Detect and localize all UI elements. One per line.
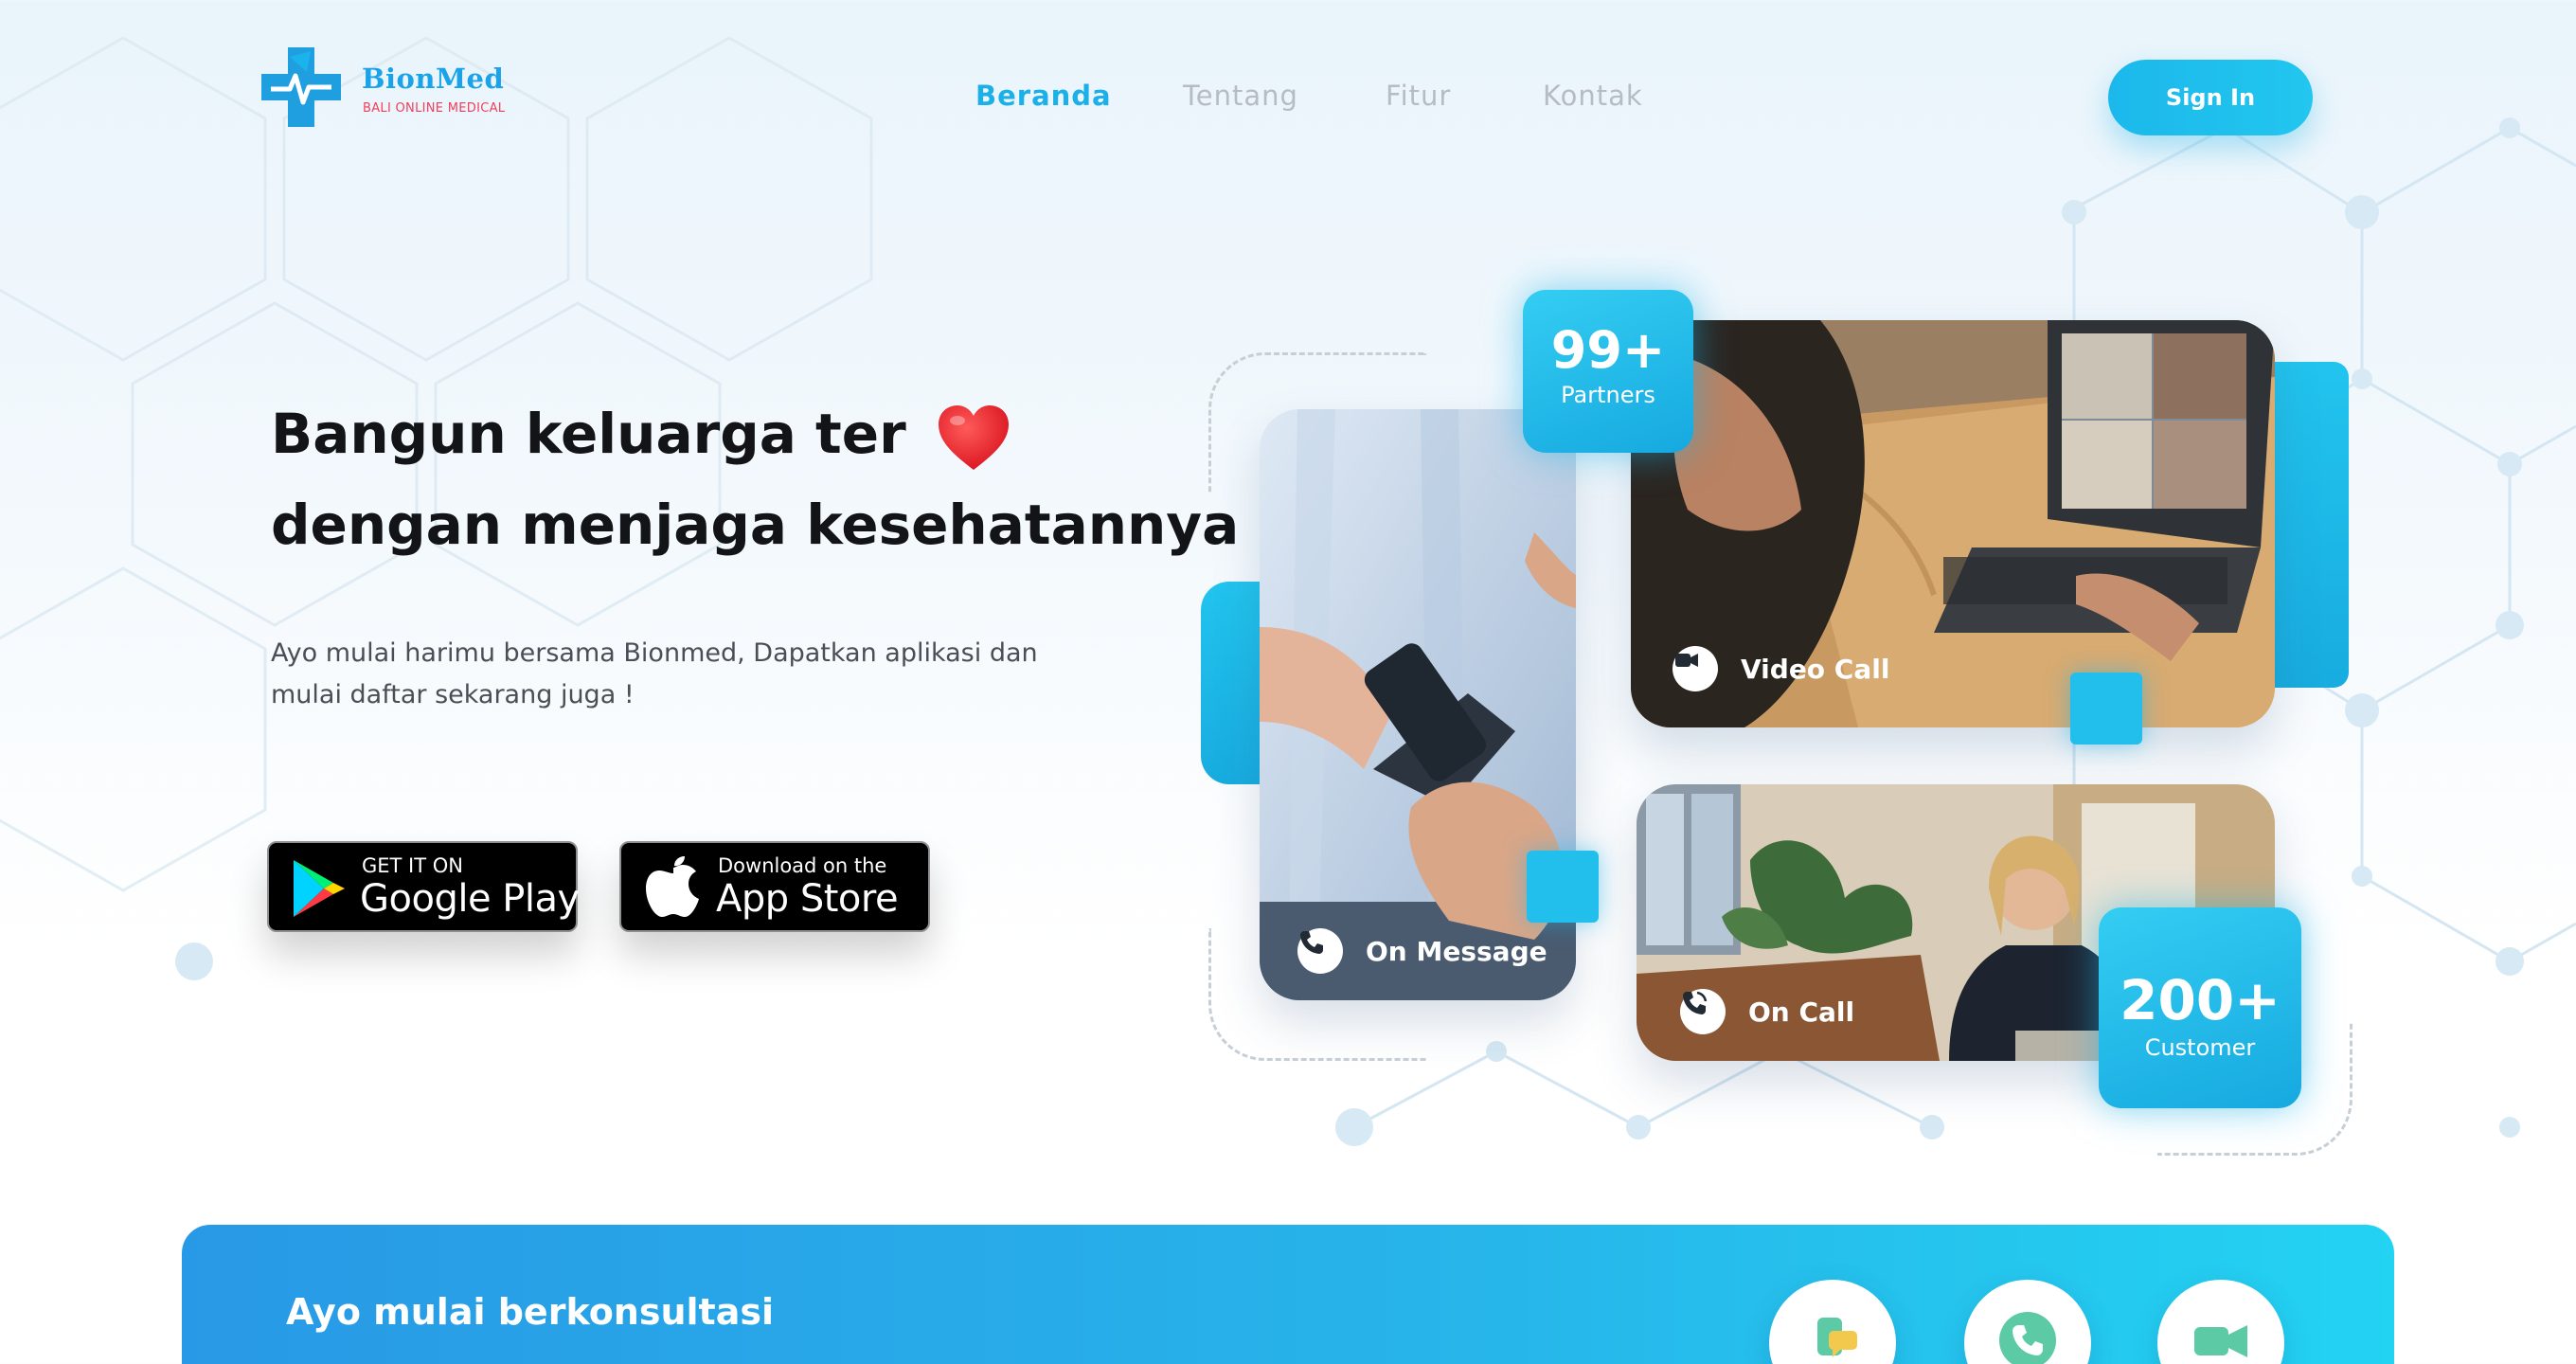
phone-ringing-icon — [1680, 989, 1726, 1034]
hero-subtext: Ayo mulai harimu bersama Bionmed, Dapatk… — [271, 633, 1047, 716]
nav-item-tentang[interactable]: Tentang — [1183, 80, 1298, 112]
chat-button[interactable] — [1769, 1280, 1896, 1364]
heart-icon — [938, 404, 1009, 470]
nav-item-beranda[interactable]: Beranda — [975, 80, 1112, 112]
hero-headline-line2: dengan menjaga kesehatannya — [271, 493, 1240, 557]
customers-label: Customer — [2144, 1034, 2256, 1061]
google-play-icon — [294, 860, 345, 917]
hero-headline: Bangun keluarga ter dengan menjaga keseh… — [271, 388, 1240, 570]
on-call-label: On Call — [1748, 996, 1855, 1028]
customers-stat: 200+ Customer — [2099, 907, 2301, 1108]
on-message-label: On Message — [1366, 935, 1547, 967]
phone-button[interactable] — [1964, 1280, 2091, 1364]
hero-subtext-line1: Ayo mulai harimu bersama Bionmed, Dapatk… — [271, 638, 1038, 668]
video-camera-icon — [1673, 646, 1718, 691]
sign-in-button[interactable]: Sign In — [2108, 60, 2313, 135]
phone-message-icon — [1297, 928, 1343, 974]
phone-icon — [1999, 1312, 2056, 1364]
chat-icon — [1817, 1318, 1857, 1357]
partners-count: 99+ — [1550, 320, 1666, 380]
nav-item-fitur[interactable]: Fitur — [1386, 80, 1451, 112]
google-play-big-text: Google Play — [360, 877, 580, 921]
app-store-small-text: Download on the — [718, 854, 887, 877]
consultation-banner: Ayo mulai berkonsultasi — [182, 1225, 2394, 1364]
google-play-button[interactable]: GET IT ON Google Play — [267, 841, 580, 932]
apple-icon — [646, 856, 699, 917]
decorative-square-2 — [1527, 851, 1599, 923]
on-message-caption: On Message — [1297, 928, 1547, 974]
partners-stat: 99+ Partners — [1523, 290, 1693, 453]
partners-label: Partners — [1561, 382, 1655, 408]
hero-headline-line1: Bangun keluarga ter — [271, 388, 1218, 479]
hero-headline-text1: Bangun keluarga ter — [271, 402, 906, 466]
google-play-small-text: GET IT ON — [362, 854, 463, 877]
video-call-caption: Video Call — [1673, 646, 1889, 691]
on-call-caption: On Call — [1680, 989, 1854, 1034]
video-button[interactable] — [2157, 1280, 2284, 1364]
hero-subtext-line2: mulai daftar sekarang juga ! — [271, 680, 635, 709]
video-icon — [2194, 1325, 2247, 1357]
banner-title: Ayo mulai berkonsultasi — [286, 1291, 775, 1333]
app-store-button[interactable]: Download on the App Store — [619, 841, 930, 932]
customers-count: 200+ — [2120, 968, 2281, 1032]
nav-item-kontak[interactable]: Kontak — [1543, 80, 1643, 112]
video-call-card[interactable]: Video Call — [1631, 320, 2275, 727]
decorative-square-1 — [2070, 673, 2142, 745]
video-call-label: Video Call — [1741, 653, 1890, 685]
app-store-big-text: App Store — [716, 877, 899, 921]
